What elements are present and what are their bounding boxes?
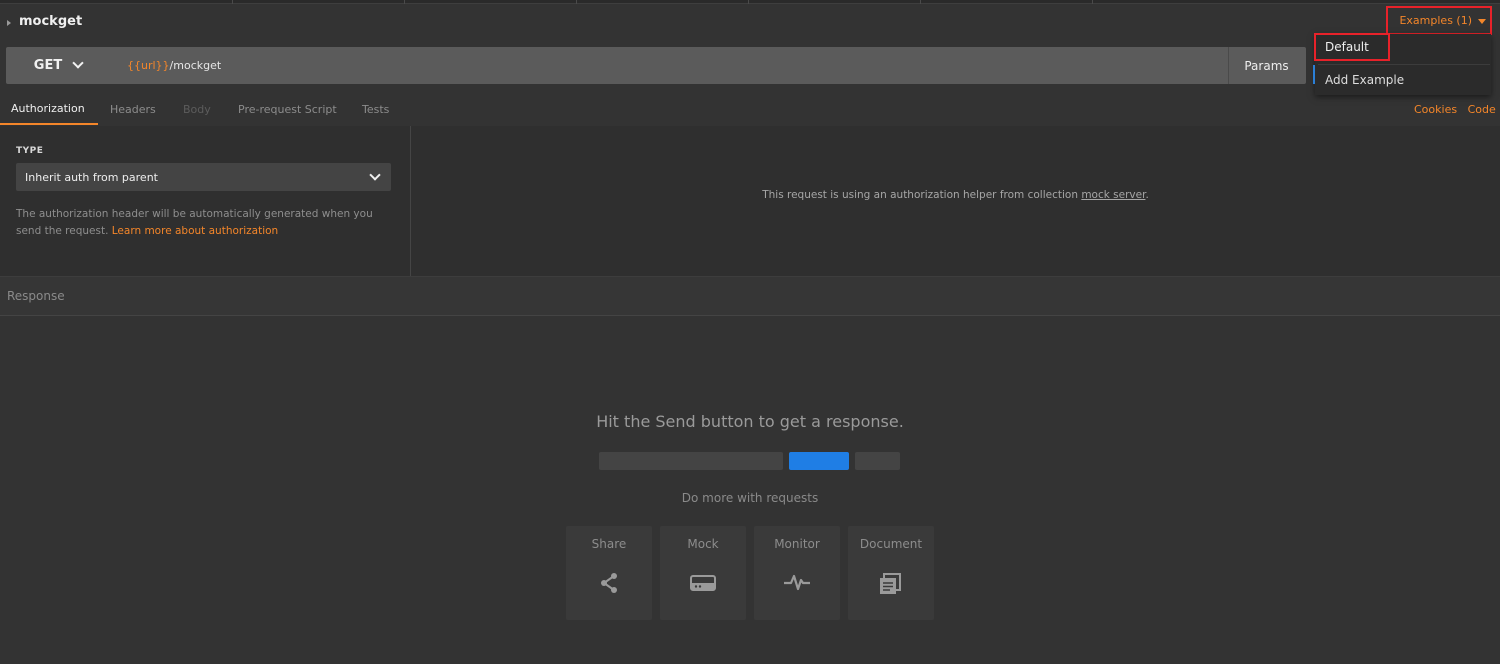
examples-dropdown-button[interactable]: Examples (1) [1386,6,1492,35]
document-icon [880,573,901,594]
menu-item-default[interactable]: Default [1314,33,1390,61]
chevron-down-icon [369,169,381,181]
url-variable: {{url}} [127,59,170,72]
cookies-link[interactable]: Cookies [1414,103,1457,116]
type-label: TYPE [16,146,44,156]
auth-type-select[interactable]: Inherit auth from parent [16,163,391,191]
request-name: mockget [19,14,83,29]
mock-card[interactable]: Mock [660,526,746,620]
code-link[interactable]: Code [1468,103,1496,116]
helper-text: This request is using an authorization h… [762,189,1078,201]
monitor-pulse-icon [784,574,810,591]
method-label: GET [33,58,63,73]
collection-link[interactable]: mock server [1081,189,1145,201]
illustration-url-bar [599,452,783,470]
tab-pre-request-script[interactable]: Pre-request Script [238,93,337,125]
examples-label: Examples (1) [1399,14,1472,27]
request-tabs: Authorization Headers Body Pre-request S… [0,93,1500,125]
response-header [0,276,1500,316]
learn-more-auth-link[interactable]: Learn more about authorization [112,225,278,237]
chevron-down-icon [72,57,84,69]
monitor-card[interactable]: Monitor [754,526,840,620]
params-button[interactable]: Params [1228,47,1304,84]
panel-divider [410,126,411,276]
tab-headers[interactable]: Headers [110,93,156,125]
card-label: Share [591,537,627,551]
send-button-edge [1313,65,1315,84]
empty-response-message: Hit the Send button to get a response. [596,412,904,431]
card-label: Mock [687,537,719,551]
caret-right-icon[interactable] [7,20,11,26]
helper-suffix: . [1145,189,1149,201]
auth-type-value: Inherit auth from parent [25,170,158,184]
do-more-heading: Do more with requests [681,491,819,505]
card-label: Document [859,537,923,551]
top-tab-strip [0,0,1500,4]
menu-item-add-example[interactable]: Add Example [1316,66,1490,94]
mock-server-icon [690,575,716,591]
method-select[interactable]: GET [6,47,110,84]
illustration-save-button [855,452,900,470]
response-label: Response [7,289,65,303]
tab-body[interactable]: Body [183,93,211,125]
share-card[interactable]: Share [566,526,652,620]
auth-helper-message: This request is using an authorization h… [411,189,1500,201]
card-label: Monitor [774,537,820,551]
menu-divider [1318,64,1490,65]
url-input[interactable]: {{url}}/mockget [127,59,221,72]
tab-authorization[interactable]: Authorization [0,93,98,125]
document-card[interactable]: Document [848,526,934,620]
share-icon [601,573,617,593]
request-links: Cookies Code [1414,103,1496,116]
url-path: /mockget [169,59,222,72]
authorization-panel [0,126,1500,276]
tab-tests[interactable]: Tests [362,93,389,125]
illustration-send-button [789,452,849,470]
auth-description: The authorization header will be automat… [16,206,396,240]
caret-down-icon [1478,19,1486,24]
